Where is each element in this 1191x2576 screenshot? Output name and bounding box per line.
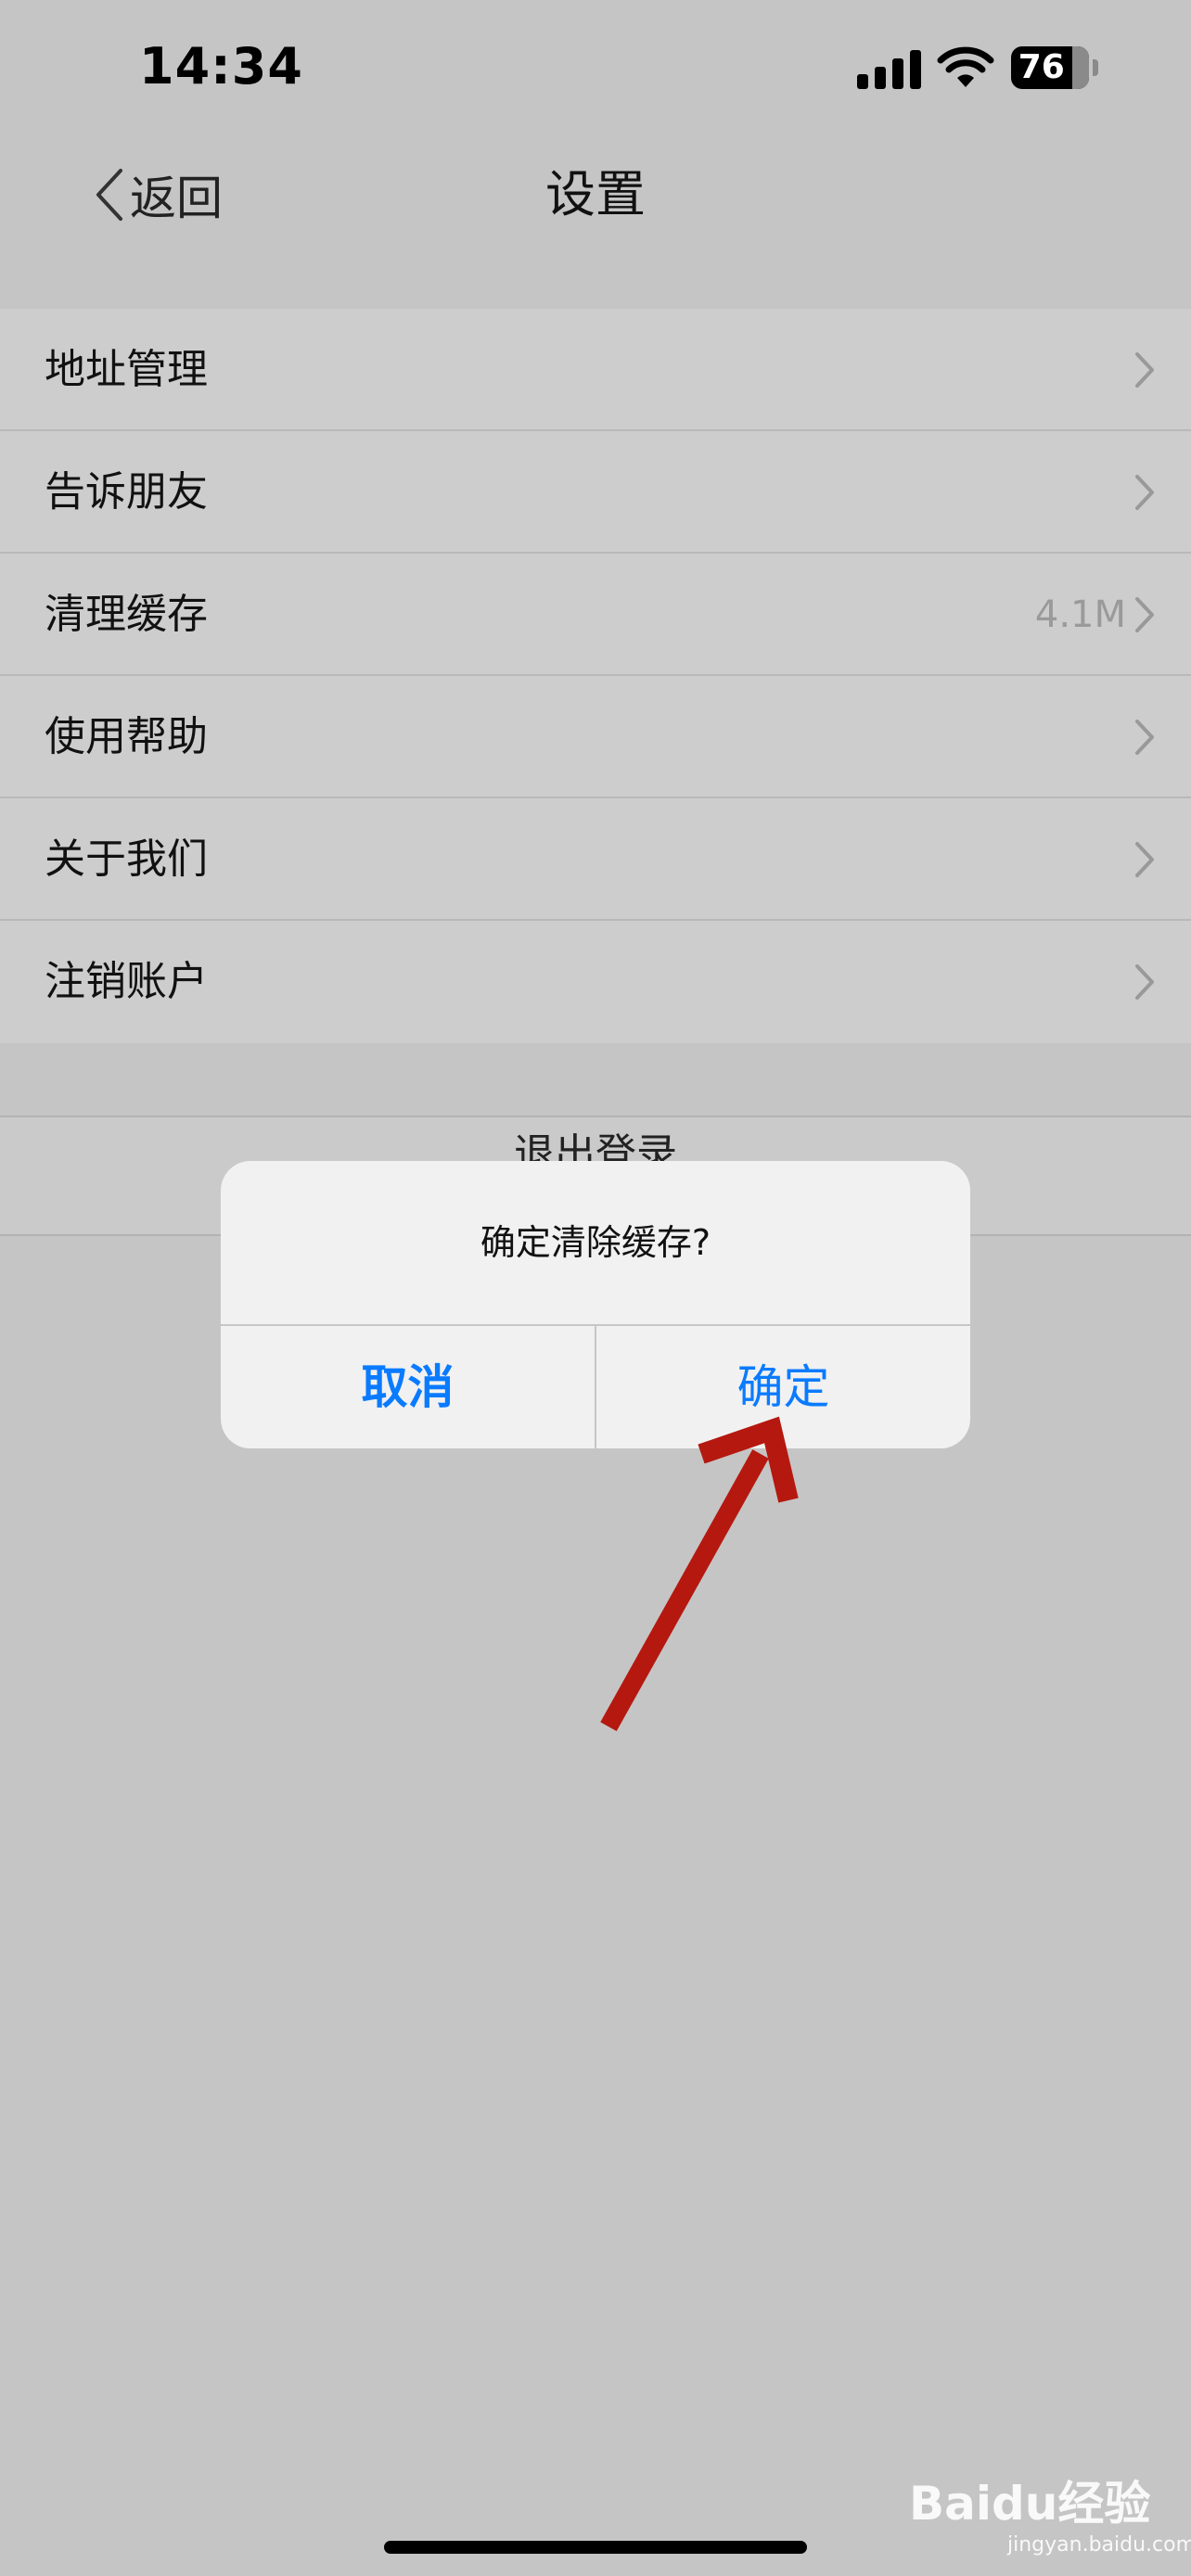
cellular-signal-icon [857, 48, 922, 89]
chevron-right-icon [1135, 475, 1154, 510]
dialog-message: 确定清除缓存? [480, 1222, 711, 1263]
chevron-left-icon [96, 169, 122, 221]
settings-list: 地址管理 告诉朋友 清理缓存 4.1M 使用帮助 关于我们 注销账户 [0, 309, 1191, 1043]
back-button[interactable]: 返回 [93, 158, 223, 232]
confirm-dialog: 确定清除缓存? 取消 确定 [221, 1161, 970, 1448]
settings-item-tell-friends[interactable]: 告诉朋友 [0, 431, 1191, 554]
battery-tip [1093, 59, 1098, 76]
settings-item-delete-account[interactable]: 注销账户 [0, 921, 1191, 1043]
baidu-watermark-url: jingyan.baidu.com [1007, 2533, 1191, 2557]
settings-item-label: 关于我们 [45, 835, 208, 883]
settings-item-address[interactable]: 地址管理 [0, 309, 1191, 431]
chevron-right-icon [1135, 842, 1154, 877]
settings-item-label: 告诉朋友 [45, 468, 208, 516]
settings-item-about[interactable]: 关于我们 [0, 798, 1191, 921]
chevron-right-icon [1135, 964, 1154, 1000]
battery-percent: 76 [1018, 48, 1065, 86]
chevron-right-icon [1135, 720, 1154, 755]
baidu-watermark-logo: Baidu经验 [909, 2477, 1151, 2531]
wifi-icon [937, 46, 994, 87]
settings-item-label: 注销账户 [45, 958, 208, 1005]
chevron-right-icon [1135, 597, 1154, 632]
battery-icon: 76 [1011, 46, 1089, 89]
settings-item-clear-cache[interactable]: 清理缓存 4.1M [0, 554, 1191, 676]
cache-size-value: 4.1M [1034, 593, 1126, 636]
confirm-button[interactable]: 确定 [596, 1326, 970, 1448]
status-time: 14:34 [139, 37, 303, 96]
settings-item-help[interactable]: 使用帮助 [0, 676, 1191, 798]
settings-item-label: 地址管理 [45, 346, 208, 393]
chevron-right-icon [1135, 352, 1154, 388]
back-label: 返回 [130, 172, 223, 225]
home-indicator[interactable] [384, 2541, 807, 2554]
cancel-button[interactable]: 取消 [221, 1326, 595, 1448]
settings-item-label: 使用帮助 [45, 713, 208, 760]
settings-item-label: 清理缓存 [45, 591, 208, 638]
